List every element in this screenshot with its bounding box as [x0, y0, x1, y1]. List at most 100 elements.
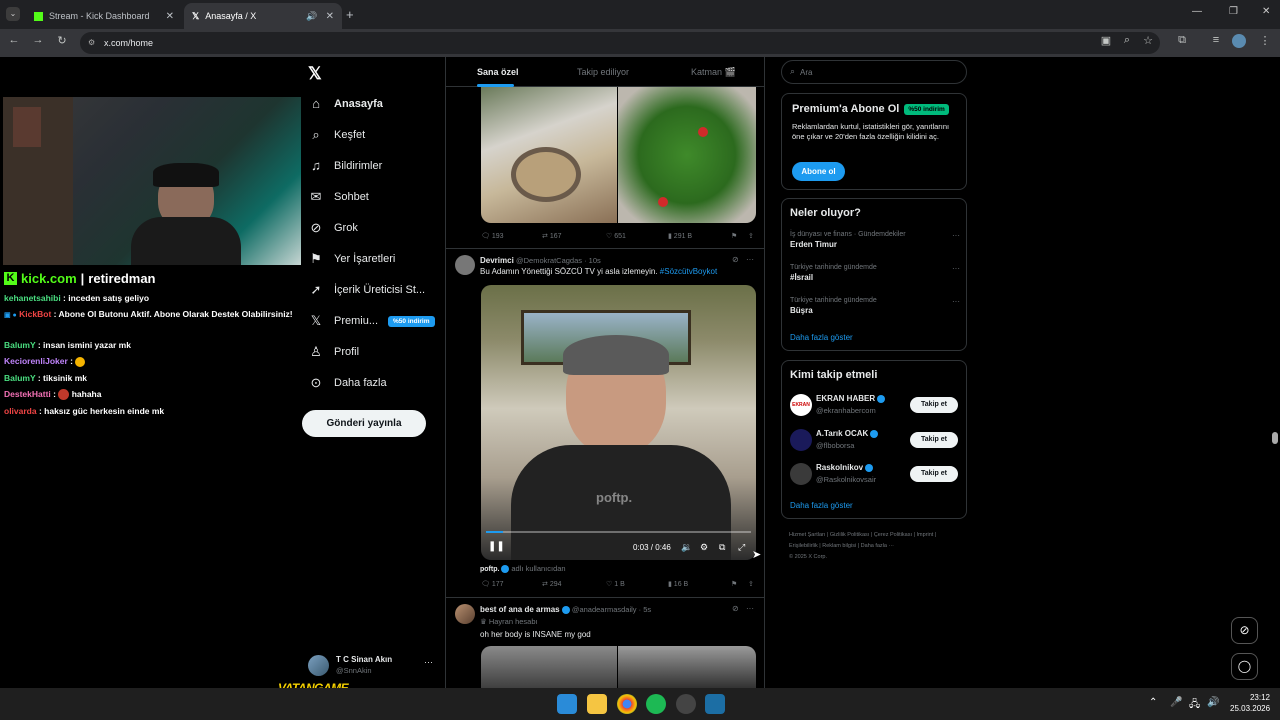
grok-icon[interactable]: ⊘ — [732, 604, 739, 613]
microphone-icon[interactable]: 🎤 — [1170, 697, 1182, 708]
reply-button[interactable]: 🗨 177 — [481, 580, 504, 588]
extensions-icon[interactable]: ⧉ — [1174, 34, 1190, 47]
speaker-icon[interactable]: 🔊 — [306, 11, 317, 22]
tab-kick-dashboard[interactable]: Stream - Kick Dashboard ✕ — [26, 3, 182, 29]
page-scrollbar-thumb[interactable] — [1272, 432, 1278, 444]
avatar[interactable] — [790, 429, 812, 451]
nav-messages[interactable]: ✉ Sohbet — [308, 189, 369, 205]
search-box[interactable]: ⌕ Ara — [781, 60, 967, 84]
bookmark-star-icon[interactable]: ☆ — [1140, 34, 1156, 47]
nav-creator-studio[interactable]: ➚ İçerik Üreticisi St... — [308, 282, 426, 298]
footer-link[interactable]: Hizmet Şartları — [789, 532, 825, 538]
views-count[interactable]: ▮ 291 B — [668, 232, 692, 240]
subscribe-button[interactable]: Abone ol — [792, 162, 845, 181]
post-image-soup[interactable] — [481, 87, 617, 223]
pip-icon[interactable]: ⧉ — [719, 542, 725, 553]
account-switcher[interactable]: T C Sinan Akın @SnnAkin ··· — [308, 653, 438, 681]
post-image-salad[interactable] — [618, 87, 756, 223]
show-more-link[interactable]: Daha fazla göster — [790, 501, 853, 510]
bookmark-icon[interactable]: ⚑ — [731, 580, 737, 588]
fullscreen-icon[interactable]: ⤢ — [738, 542, 745, 553]
reply-button[interactable]: 🗨 193 — [481, 232, 504, 240]
show-more-link[interactable]: Daha fazla göster — [790, 333, 853, 342]
post-image[interactable] — [481, 646, 617, 688]
grok-icon[interactable]: ⊘ — [732, 255, 739, 264]
nav-premium[interactable]: 𝕏 Premiu... %50 indirim — [308, 313, 435, 329]
footer-link[interactable]: Gizlilik Politikası — [830, 532, 869, 538]
footer-link[interactable]: Çerez Politikası — [874, 532, 912, 538]
profile-avatar-icon[interactable] — [1232, 34, 1246, 48]
account-name[interactable]: Raskolnikov — [816, 463, 874, 472]
more-dots-icon[interactable]: ··· — [952, 264, 960, 273]
more-dots-icon[interactable]: ··· — [952, 297, 960, 306]
post-image[interactable] — [618, 646, 756, 688]
bookmark-icon[interactable]: ⚑ — [731, 232, 737, 240]
repost-button[interactable]: ⇄ 294 — [542, 580, 562, 588]
follow-button[interactable]: Takip et — [910, 432, 958, 448]
like-button[interactable]: ♡ 1 B — [606, 580, 625, 588]
reading-list-icon[interactable]: ≡ — [1208, 34, 1224, 46]
follow-button[interactable]: Takip et — [910, 397, 958, 413]
video-player[interactable]: poftp. ❚❚ 0:03 / 0:46 🔉 ⚙ ⧉ ⤢ — [481, 285, 756, 560]
trend-item[interactable]: Türkiye tarihinde gündemde Büşra ··· — [790, 297, 960, 323]
forward-icon[interactable]: → — [30, 34, 46, 46]
menu-dots-icon[interactable]: ⋮ — [1257, 34, 1273, 47]
nav-notifications[interactable]: ♫ Bildirimler — [308, 158, 382, 173]
like-button[interactable]: ♡ 651 — [606, 232, 626, 240]
repost-button[interactable]: ⇄ 167 — [542, 232, 562, 240]
grok-float-button[interactable]: ⊘ — [1231, 617, 1258, 644]
more-dots-icon[interactable]: ··· — [746, 255, 754, 264]
account-name[interactable]: EKRAN HABER — [816, 394, 886, 403]
volume-icon[interactable]: 🔊 — [1207, 697, 1219, 708]
restore-button[interactable]: ❐ — [1229, 6, 1238, 17]
spotify-icon[interactable] — [646, 694, 666, 714]
avatar[interactable]: EKRAN — [790, 394, 812, 416]
author-name[interactable]: best of ana de armas — [480, 605, 560, 614]
zoom-icon[interactable]: ⌕ — [1119, 34, 1135, 47]
nav-home[interactable]: ⌂ Anasayfa — [308, 96, 383, 111]
nav-explore[interactable]: ⌕ Keşfet — [308, 127, 365, 143]
system-clock[interactable]: 23:12 25.03.2026 — [1230, 692, 1270, 714]
messages-float-button[interactable]: ◯ — [1231, 653, 1258, 680]
nav-grok[interactable]: ⊘ Grok — [308, 220, 358, 236]
share-icon[interactable]: ⇪ — [748, 580, 754, 588]
post-button[interactable]: Gönderi yayınla — [302, 410, 426, 437]
window-close-button[interactable]: ✕ — [1262, 6, 1270, 17]
network-icon[interactable]: 🖧 — [1189, 697, 1200, 714]
trend-item[interactable]: Türkiye tarihinde gündemde #İsrail ··· — [790, 264, 960, 290]
site-info-icon[interactable]: ⚙ — [88, 32, 95, 54]
cast-icon[interactable]: ▣ — [1098, 34, 1114, 47]
address-bar[interactable]: ⚙ x.com/home — [80, 32, 1160, 54]
reload-icon[interactable]: ↻ — [54, 34, 70, 47]
nav-more[interactable]: ⊙ Daha fazla — [308, 375, 387, 391]
nav-bookmarks[interactable]: ⚑ Yer İşaretleri — [308, 251, 395, 267]
minimize-button[interactable]: — — [1192, 6, 1202, 17]
views-count[interactable]: ▮ 16 B — [668, 580, 688, 588]
more-dots-icon[interactable]: ··· — [746, 604, 754, 613]
tab-x-home[interactable]: 𝕏 Anasayfa / X 🔊 ✕ — [184, 3, 342, 29]
tray-chevron-icon[interactable]: ⌃ — [1149, 697, 1157, 708]
more-dots-icon[interactable]: ··· — [952, 231, 960, 240]
footer-link[interactable]: Imprint — [917, 532, 934, 538]
settings-icon[interactable]: ⚙ — [700, 542, 708, 553]
avatar[interactable] — [455, 255, 475, 275]
video-progress-track[interactable] — [486, 531, 751, 533]
close-icon[interactable]: ✕ — [326, 11, 334, 22]
trend-item[interactable]: İş dünyası ve finans · Gündemdekiler Erd… — [790, 231, 960, 257]
hashtag-link[interactable]: #SözcütvBoykot — [660, 267, 717, 276]
share-icon[interactable]: ⇪ — [748, 232, 754, 240]
pause-icon[interactable]: ❚❚ — [488, 541, 505, 552]
footer-link[interactable]: Daha fazla ··· — [861, 543, 894, 549]
volume-icon[interactable]: 🔉 — [681, 542, 692, 553]
follow-button[interactable]: Takip et — [910, 466, 958, 482]
avatar[interactable] — [455, 604, 475, 624]
close-icon[interactable]: ✕ — [166, 11, 174, 22]
tab-katman[interactable]: Katman 🎬 — [691, 67, 736, 78]
obs-icon[interactable] — [676, 694, 696, 714]
account-name[interactable]: A.Tarık OCAK — [816, 429, 879, 438]
more-dots-icon[interactable]: ··· — [424, 657, 433, 667]
author-name[interactable]: Devrimci — [480, 256, 514, 265]
footer-link[interactable]: Reklam bilgisi — [822, 543, 856, 549]
new-tab-button[interactable]: + — [346, 7, 354, 22]
chrome-icon[interactable] — [617, 694, 637, 714]
